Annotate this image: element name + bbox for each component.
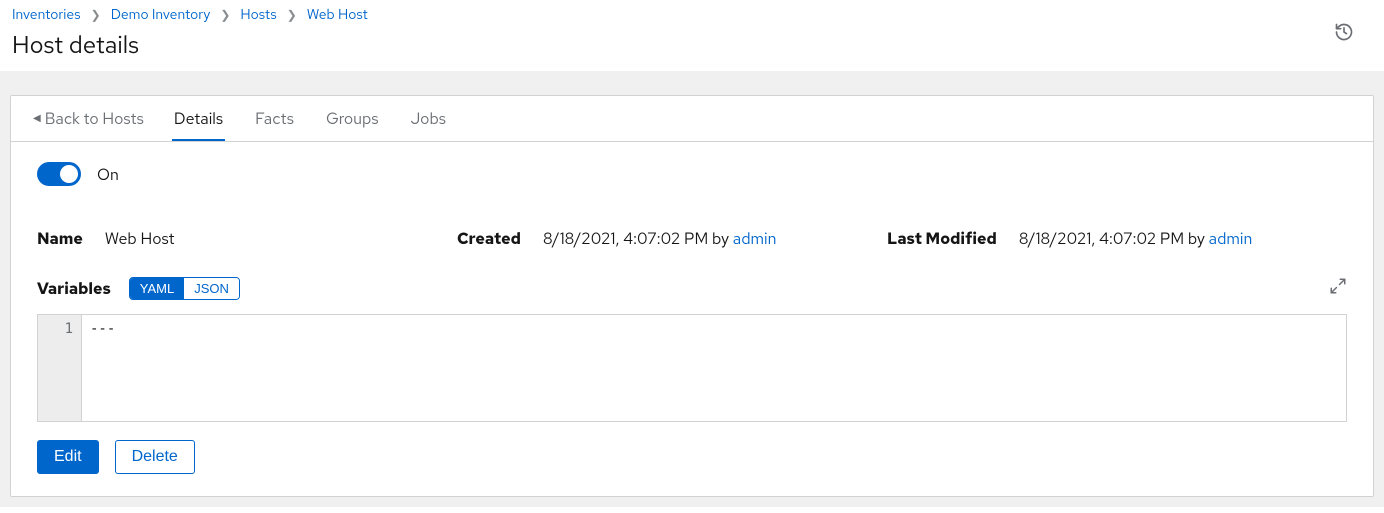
toggle-knob [60, 165, 78, 183]
modified-label: Last Modified [887, 228, 997, 249]
chevron-right-icon: ❯ [91, 7, 101, 23]
name-value: Web Host [105, 228, 175, 249]
card-body: On Name Web Host Created 8/18/2021, 4:07… [11, 142, 1373, 496]
breadcrumb-hosts[interactable]: Hosts [240, 6, 276, 24]
field-created: Created 8/18/2021, 4:07:02 PM by admin [457, 228, 887, 249]
tab-details[interactable]: Details [172, 96, 225, 141]
variables-label: Variables [37, 278, 111, 299]
editor-content: --- [82, 315, 1346, 421]
enabled-toggle[interactable] [37, 162, 81, 186]
format-toggle: YAML JSON [129, 277, 240, 300]
content-area: ◀ Back to Hosts Details Facts Groups Job… [0, 71, 1384, 507]
variables-header: Variables YAML JSON [37, 277, 1347, 300]
tab-groups[interactable]: Groups [324, 96, 381, 141]
details-card: ◀ Back to Hosts Details Facts Groups Job… [10, 95, 1374, 497]
details-grid: Name Web Host Created 8/18/2021, 4:07:02… [37, 228, 1347, 249]
chevron-right-icon: ❯ [220, 7, 230, 23]
edit-button[interactable]: Edit [37, 440, 99, 474]
created-value: 8/18/2021, 4:07:02 PM by admin [543, 228, 777, 249]
created-user-link[interactable]: admin [733, 228, 777, 249]
back-label: Back to Hosts [45, 108, 144, 129]
modified-value: 8/18/2021, 4:07:02 PM by admin [1019, 228, 1253, 249]
breadcrumb-web-host[interactable]: Web Host [307, 6, 368, 24]
variables-editor[interactable]: 1 --- [37, 314, 1347, 422]
page-title: Host details [12, 30, 1372, 61]
breadcrumb: Inventories ❯ Demo Inventory ❯ Hosts ❯ W… [12, 6, 1372, 24]
yaml-toggle[interactable]: YAML [130, 278, 184, 299]
name-label: Name [37, 228, 83, 249]
page-header: Inventories ❯ Demo Inventory ❯ Hosts ❯ W… [0, 0, 1384, 71]
tabs: ◀ Back to Hosts Details Facts Groups Job… [11, 96, 1373, 142]
back-to-hosts-link[interactable]: ◀ Back to Hosts [33, 96, 144, 141]
breadcrumb-inventories[interactable]: Inventories [12, 6, 81, 24]
field-last-modified: Last Modified 8/18/2021, 4:07:02 PM by a… [887, 228, 1347, 249]
chevron-right-icon: ❯ [287, 7, 297, 23]
tab-facts[interactable]: Facts [253, 96, 296, 141]
breadcrumb-demo-inventory[interactable]: Demo Inventory [111, 6, 211, 24]
enabled-toggle-row: On [37, 162, 1347, 186]
delete-button[interactable]: Delete [115, 440, 195, 474]
field-name: Name Web Host [37, 228, 457, 249]
created-label: Created [457, 228, 521, 249]
editor-gutter: 1 [38, 315, 82, 421]
created-timestamp: 8/18/2021, 4:07:02 PM by [543, 228, 733, 249]
tab-jobs[interactable]: Jobs [409, 96, 448, 141]
action-buttons: Edit Delete [37, 440, 1347, 474]
json-toggle[interactable]: JSON [184, 278, 239, 299]
toggle-state-label: On [97, 164, 119, 185]
caret-left-icon: ◀ [33, 112, 41, 125]
modified-timestamp: 8/18/2021, 4:07:02 PM by [1019, 228, 1209, 249]
expand-icon[interactable] [1329, 277, 1347, 300]
history-icon[interactable] [1334, 22, 1354, 47]
modified-user-link[interactable]: admin [1209, 228, 1253, 249]
